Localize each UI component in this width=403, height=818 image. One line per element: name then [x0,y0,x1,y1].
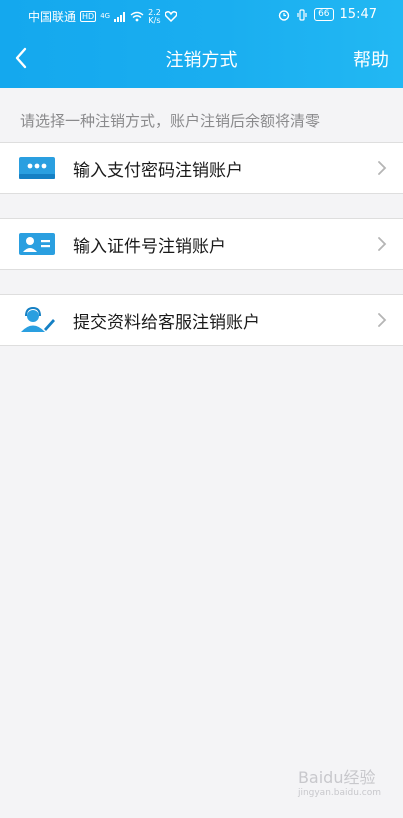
wifi-icon [130,11,144,22]
battery-indicator: 66 [314,8,334,21]
watermark-brand: Baidu经验 [297,768,376,787]
navigation-bar: 注销方式 帮助 [0,32,403,84]
carrier-label: 中国联通 [28,10,77,24]
chevron-right-icon [378,161,387,175]
signal-icon [114,11,126,22]
back-button[interactable] [6,42,36,74]
hd-badge: HD [80,11,97,22]
option-id-number[interactable]: 输入证件号注销账户 [0,218,403,270]
heart-icon [164,11,177,22]
alarm-icon [278,9,290,21]
chevron-left-icon [15,47,27,69]
option-label: 提交资料给客服注销账户 [73,313,260,333]
clock: 15:47 [339,7,377,22]
chevron-right-icon [378,313,387,327]
option-password[interactable]: 输入支付密码注销账户 [0,142,403,194]
vibrate-icon [297,8,307,21]
network-type: 4G [100,12,111,20]
chevron-right-icon [378,237,387,251]
watermark: Baidu经验 jingyan.baidu.com [298,764,381,798]
status-bar: 中国联通 HD 4G 2.2 K/s 66 15:47 [0,0,403,30]
network-speed: 2.2 K/s [148,8,161,25]
option-customer-service[interactable]: 提交资料给客服注销账户 [0,294,403,346]
hint-text: 请选择一种注销方式，账户注销后余额将清零 [20,112,321,130]
speed-unit: K/s [148,15,161,25]
customer-service-icon [21,307,55,332]
option-label: 输入支付密码注销账户 [73,161,243,181]
option-label: 输入证件号注销账户 [73,237,226,257]
watermark-url: jingyan.baidu.com [297,788,381,798]
id-card-icon [19,233,55,255]
header: 中国联通 HD 4G 2.2 K/s 66 15:47 注销方式 帮助 [0,0,403,88]
page-title: 注销方式 [165,50,238,71]
help-button[interactable]: 帮助 [353,46,389,72]
password-dots-icon [19,157,55,179]
